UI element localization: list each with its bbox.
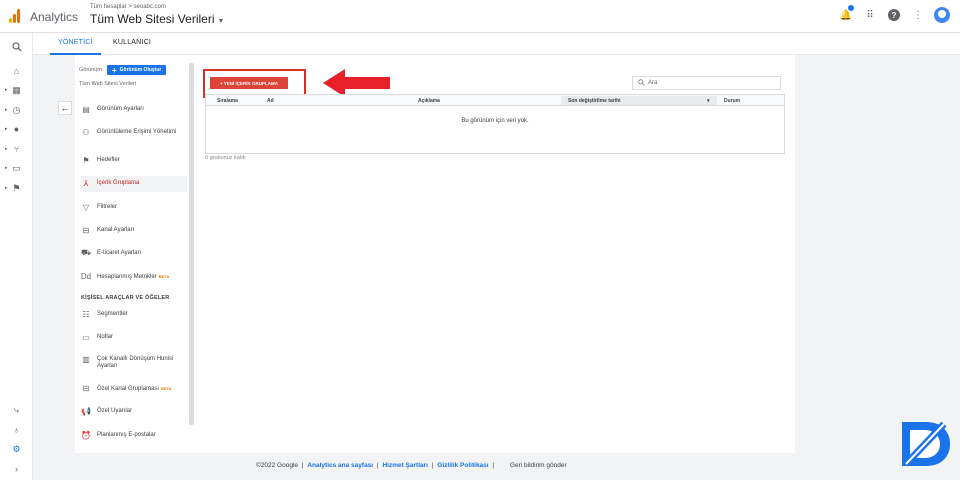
- personal-tools-heading: KİŞİSEL ARAÇLAR VE ÖĞELER: [81, 295, 170, 301]
- calculator-icon: Dd: [80, 271, 92, 281]
- analytics-logo[interactable]: [9, 9, 21, 23]
- view-selector[interactable]: Tüm Web Sitesi Verileri ▼: [90, 12, 224, 26]
- tab-user[interactable]: KULLANICI: [113, 39, 151, 46]
- terms-link[interactable]: Hizmet Şartları: [382, 462, 428, 469]
- content-grouping-icon: ⅄: [83, 178, 89, 188]
- empty-message: Bu görünüm için veri yok.: [461, 118, 529, 124]
- channel-icon: ⊟: [82, 383, 90, 393]
- menu-item-calculated-metrics[interactable]: Dd Hesaplanmış Metrikler BETA: [80, 271, 187, 281]
- customization-icon[interactable]: ▸ ▦: [0, 83, 33, 97]
- menu-item-notes[interactable]: ▭ Notlar: [81, 332, 187, 342]
- discover-icon[interactable]: ♁: [0, 423, 33, 437]
- menu-item-view-settings[interactable]: ▤ Görünüm Ayarları: [81, 104, 187, 114]
- expand-icon[interactable]: ›: [0, 462, 33, 476]
- content-grouping-table: Sıralama Ad Açıklama Son değiştirilme ta…: [205, 94, 785, 154]
- menu-item-scheduled-emails[interactable]: ⏰ Planlanmış E-postalar: [81, 430, 187, 440]
- beta-badge: BETA: [161, 386, 172, 391]
- admin-tabs: YÖNETİCİ KULLANICI: [33, 33, 960, 55]
- menu-item-segments[interactable]: ☷ Segmentler: [81, 309, 187, 319]
- copyright: ©2022 Google: [256, 462, 299, 469]
- realtime-icon[interactable]: ▸ ◷: [0, 103, 33, 117]
- search-icon[interactable]: [0, 40, 33, 54]
- top-icons: 🔔 ⠿ ? ⋮: [838, 5, 950, 23]
- sort-arrow-icon[interactable]: ▾: [707, 98, 710, 104]
- megaphone-icon: 📢: [81, 406, 91, 416]
- channel-icon: ⊟: [82, 225, 90, 235]
- menu-item-custom-alerts[interactable]: 📢 Özel Uyarılar: [81, 406, 187, 416]
- audience-icon[interactable]: ▸ ●: [0, 122, 33, 136]
- column-status[interactable]: Durum: [724, 98, 740, 104]
- back-arrow-icon[interactable]: ←: [58, 101, 72, 115]
- home-icon[interactable]: ⌂: [0, 64, 33, 78]
- feedback-link[interactable]: Geri bildirim gönder: [510, 462, 567, 469]
- segment-icon: ☷: [82, 309, 90, 319]
- column-description[interactable]: Açıklama: [418, 98, 440, 104]
- column-order[interactable]: Sıralama: [217, 98, 238, 104]
- scrollbar[interactable]: [189, 63, 194, 425]
- menu-item-channel-settings[interactable]: ⊟ Kanal Ayarları: [81, 225, 187, 235]
- tab-admin[interactable]: YÖNETİCİ: [50, 39, 101, 55]
- footer: ©2022 Google | Analytics ana sayfası | H…: [33, 455, 960, 480]
- view-label: Görünüm: [79, 67, 102, 73]
- brand-watermark-logo: [902, 421, 950, 467]
- admin-gear-icon[interactable]: ⚙: [0, 442, 33, 456]
- notifications-icon[interactable]: 🔔: [838, 5, 854, 23]
- menu-item-goals[interactable]: ⚑ Hedefler: [81, 155, 187, 165]
- cart-icon: ⛟: [80, 248, 92, 257]
- bar-chart-icon: ▥: [82, 354, 90, 364]
- search-placeholder: Ara: [648, 80, 658, 86]
- behavior-icon[interactable]: ▸ ▭: [0, 161, 33, 175]
- conversions-icon[interactable]: ▸ ⚑: [0, 181, 33, 195]
- menu-item-custom-channel-grouping[interactable]: ⊟ Özel Kanal Gruplaması BETA: [81, 383, 187, 393]
- flag-icon: ⚑: [82, 155, 90, 165]
- red-arrow: [323, 69, 390, 97]
- analytics-home-link[interactable]: Analytics ana sayfası: [307, 462, 373, 469]
- acquisition-icon[interactable]: ▸ ⑂: [0, 142, 33, 156]
- svg-text:?: ?: [892, 11, 897, 20]
- search-icon: [638, 78, 645, 88]
- document-icon: ▤: [82, 104, 90, 114]
- plus-icon: +: [112, 65, 117, 75]
- note-icon: ▭: [82, 332, 90, 342]
- create-view-label: Görünüm Oluştur: [119, 67, 162, 73]
- column-name[interactable]: Ad: [267, 98, 274, 104]
- help-icon[interactable]: ?: [886, 7, 902, 23]
- privacy-link[interactable]: Gizlilik Politikası: [437, 462, 488, 469]
- app-title: Analytics: [30, 10, 79, 24]
- filter-icon: ▽: [82, 202, 90, 212]
- row-count: 0 grubunuz kaldı: [205, 155, 246, 161]
- menu-item-access-management[interactable]: ⚇ Görüntüleme Erişimi Yönetimi: [81, 127, 187, 137]
- new-content-grouping-button[interactable]: + YENİ İÇERİK GRUPLAMA: [210, 77, 289, 89]
- notification-badge: [848, 5, 854, 11]
- table-header: Sıralama Ad Açıklama Son değiştirilme ta…: [206, 95, 784, 106]
- more-vert-icon[interactable]: ⋮: [910, 7, 926, 23]
- menu-item-content-grouping[interactable]: ⅄ İçerik Gruplama: [81, 176, 187, 192]
- menu-item-filters[interactable]: ▽ Filtreler: [81, 202, 187, 212]
- top-bar: Analytics Tüm hesaplar > seoabc.com Tüm …: [0, 0, 960, 33]
- avatar[interactable]: [934, 7, 950, 23]
- apps-grid-icon[interactable]: ⠿: [862, 7, 878, 23]
- view-title: Tüm Web Sitesi Verileri: [90, 12, 215, 26]
- create-view-button[interactable]: + Görünüm Oluştur: [107, 65, 167, 75]
- caret-down-icon: ▼: [217, 18, 225, 25]
- view-settings-column: Görünüm + Görünüm Oluştur Tüm Web Sitesi …: [58, 55, 195, 453]
- clock-icon: ⏰: [81, 430, 91, 440]
- menu-item-mcf-settings[interactable]: ▥ Çok Kanallı Dönüşüm Hunisi Ayarları: [81, 354, 187, 370]
- menu-item-ecommerce-settings[interactable]: ⛟ E-ticaret Ayarları: [80, 248, 187, 258]
- admin-card: Görünüm + Görünüm Oluştur Tüm Web Sitesi …: [58, 55, 795, 453]
- search-input[interactable]: Ara: [632, 76, 781, 90]
- people-icon: ⚇: [82, 127, 90, 137]
- attribution-icon[interactable]: ⤷: [0, 403, 33, 417]
- breadcrumb[interactable]: Tüm hesaplar > seoabc.com: [90, 4, 166, 10]
- column-last-modified[interactable]: Son değiştirilme tarihi: [568, 98, 621, 104]
- left-rail: ⌂ ▸ ▦ ▸ ◷ ▸ ● ▸ ⑂ ▸ ▭ ▸ ⚑ ⤷ ♁ ⚙ ›: [0, 33, 33, 480]
- selected-view[interactable]: Tüm Web Sitesi Verileri: [79, 81, 136, 87]
- beta-badge: BETA: [158, 274, 170, 279]
